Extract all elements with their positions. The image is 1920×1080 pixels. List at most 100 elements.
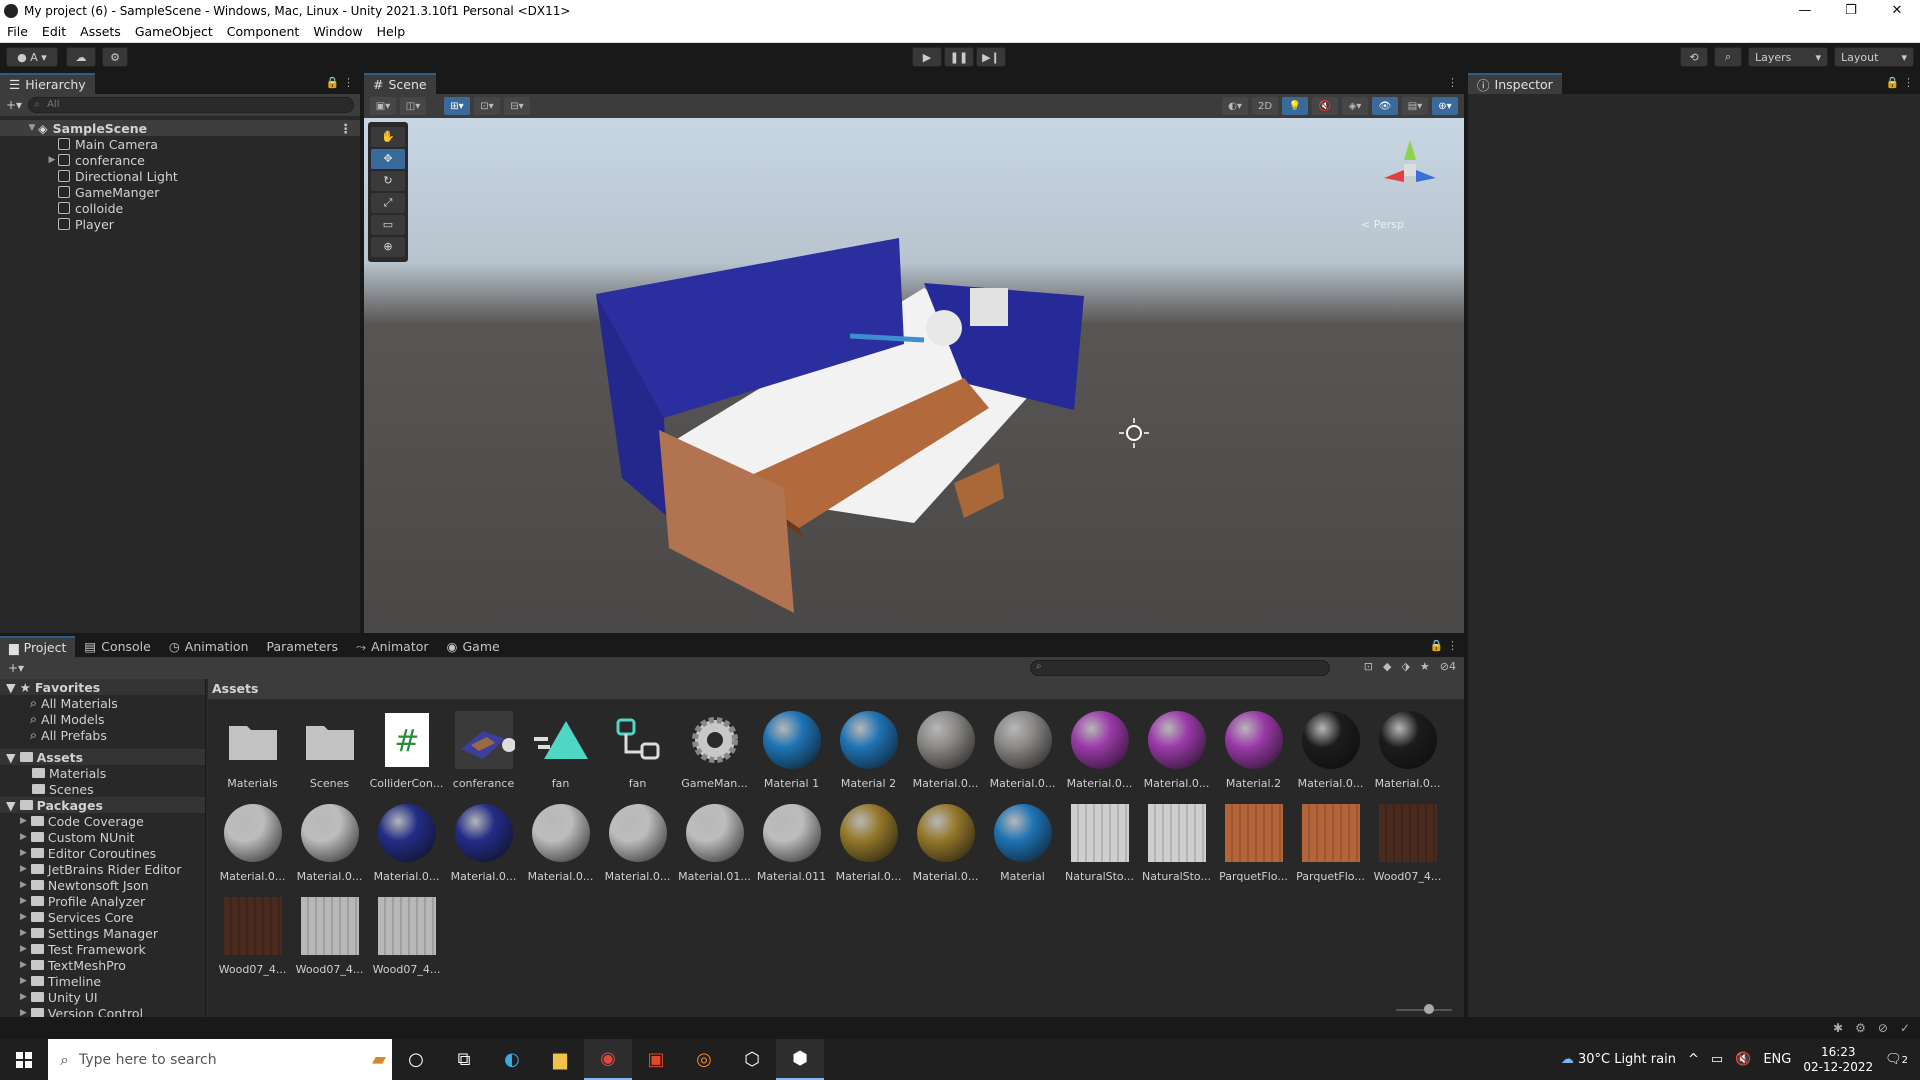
tag-icon[interactable]: ⬗ [1401, 660, 1409, 673]
package-item[interactable]: ▶ JetBrains Rider Editor [0, 861, 205, 877]
warning-icon[interactable]: ⊘ [1878, 1021, 1888, 1035]
expand-arrow-icon[interactable]: ▶ [20, 880, 27, 890]
cortana-icon[interactable]: ○ [392, 1039, 440, 1080]
expand-arrow-icon[interactable]: ▼ [26, 123, 38, 133]
move-tool-button[interactable]: ✥ [371, 149, 405, 169]
asset-item[interactable]: Material.0... [522, 802, 599, 895]
tab-hierarchy[interactable]: ☰ Hierarchy [0, 73, 95, 94]
package-item[interactable]: ▶ Unity UI [0, 989, 205, 1005]
scene-root-row[interactable]: ▼ ◈ SampleScene ⋮ [0, 120, 360, 136]
package-item[interactable]: ▶ Custom NUnit [0, 829, 205, 845]
asset-item[interactable]: Material.0... [368, 802, 445, 895]
volume-icon[interactable]: 🔇 [1735, 1052, 1751, 1067]
assets-header[interactable]: ▼ Assets [0, 749, 205, 765]
asset-item[interactable]: Material.2 [1215, 709, 1292, 802]
hierarchy-search-input[interactable]: ⌕ All [28, 97, 354, 113]
start-button[interactable] [0, 1039, 48, 1080]
asset-item[interactable]: Material.0... [984, 709, 1061, 802]
add-icon[interactable]: +▾ [6, 98, 22, 112]
asset-item[interactable]: Material.0... [214, 802, 291, 895]
favorite-all-prefabs[interactable]: ⌕ All Prefabs [0, 727, 205, 743]
menu-help[interactable]: Help [370, 24, 413, 39]
asset-item[interactable]: Material [984, 802, 1061, 895]
tab-console[interactable]: ▤ Console [75, 636, 159, 657]
expand-arrow-icon[interactable]: ▶ [20, 928, 27, 938]
thumbnail-size-slider[interactable] [1396, 1004, 1452, 1014]
play-button[interactable]: ▶ [912, 47, 942, 67]
taskbar-search-input[interactable]: ⌕ Type here to search ▰ [48, 1039, 392, 1080]
asset-item[interactable]: Material.011 [753, 802, 830, 895]
clock[interactable]: 16:23 02-12-2022 [1803, 1045, 1873, 1075]
chevron-up-icon[interactable]: ^ [1688, 1052, 1699, 1067]
check-icon[interactable]: ✓ [1900, 1021, 1910, 1035]
package-item[interactable]: ▶ Editor Coroutines [0, 845, 205, 861]
bug-icon[interactable]: ✱ [1833, 1021, 1843, 1035]
asset-item[interactable]: # ColliderCon... [368, 709, 445, 802]
package-item[interactable]: ▶ Version Control [0, 1005, 205, 1017]
file-explorer-icon[interactable]: ▆ [536, 1039, 584, 1080]
visibility-icon[interactable]: 👁 [1372, 97, 1398, 115]
asset-item[interactable]: Scenes [291, 709, 368, 802]
collab-icon[interactable]: ⚙ [102, 47, 128, 67]
expand-arrow-icon[interactable]: ▶ [20, 816, 27, 826]
package-item[interactable]: ▶ Timeline [0, 973, 205, 989]
layout-dropdown[interactable]: Layout ▾ [1834, 47, 1914, 67]
asset-item[interactable]: Material.0... [599, 802, 676, 895]
asset-item[interactable]: Wood07_4... [214, 895, 291, 988]
tab-animation[interactable]: ◷ Animation [160, 636, 258, 657]
acrobat-icon[interactable]: ▣ [632, 1039, 680, 1080]
expand-arrow-icon[interactable]: ▶ [20, 832, 27, 842]
asset-item[interactable]: Material 2 [830, 709, 907, 802]
scene-viewport[interactable]: ✋ ✥ ↻ ⤢ ▭ ⊕ < Persp [364, 118, 1464, 633]
asset-item[interactable]: NaturalSto... [1061, 802, 1138, 895]
asset-item[interactable]: Material.0... [1369, 709, 1446, 802]
cloud-icon[interactable]: ☁ [66, 47, 96, 67]
edge-icon[interactable]: ◐ [488, 1039, 536, 1080]
step-button[interactable]: ▶❙ [976, 47, 1006, 67]
history-icon[interactable]: ⟲ [1680, 47, 1708, 67]
expand-arrow-icon[interactable]: ▶ [20, 912, 27, 922]
lock-icon[interactable]: 🔒 ⋮ [1886, 76, 1914, 89]
asset-item[interactable]: Material.0... [445, 802, 522, 895]
expand-arrow-icon[interactable]: ▶ [20, 976, 27, 986]
project-search-input[interactable]: ⌕ [1030, 660, 1330, 676]
auto-generate-icon[interactable]: ⚙ [1855, 1021, 1866, 1035]
asset-item[interactable]: Material.0... [1061, 709, 1138, 802]
folder-materials[interactable]: Materials [0, 765, 205, 781]
close-button[interactable]: ✕ [1874, 0, 1920, 21]
asset-item[interactable]: Wood07_4... [1369, 802, 1446, 895]
weather-widget[interactable]: ☁ 30°C Light rain [1561, 1052, 1676, 1067]
asset-item[interactable]: Material.01... [676, 802, 753, 895]
tab-animator[interactable]: ⤳ Animator [347, 636, 438, 657]
increment-snap-icon[interactable]: ⊟▾ [504, 97, 530, 115]
menu-window[interactable]: Window [306, 24, 369, 39]
gizmos-icon[interactable]: ⊕▾ [1432, 97, 1458, 115]
expand-arrow-icon[interactable]: ▶ [20, 992, 27, 1002]
asset-item[interactable]: Material.0... [1138, 709, 1215, 802]
hierarchy-item-directional-light[interactable]: Directional Light [0, 168, 360, 184]
menu-assets[interactable]: Assets [73, 24, 128, 39]
asset-item[interactable]: NaturalSto... [1138, 802, 1215, 895]
lock-icon[interactable]: 🔒 ⋮ [326, 76, 354, 89]
package-item[interactable]: ▶ Test Framework [0, 941, 205, 957]
scale-tool-button[interactable]: ⤢ [371, 193, 405, 213]
account-dropdown[interactable]: ● A ▾ [6, 47, 58, 67]
menu-file[interactable]: File [0, 24, 35, 39]
package-item[interactable]: ▶ Services Core [0, 909, 205, 925]
slider-handle[interactable] [1424, 1004, 1434, 1014]
mode-2d-toggle[interactable]: 2D [1252, 97, 1278, 115]
task-view-icon[interactable]: ⧉ [440, 1039, 488, 1080]
package-item[interactable]: ▶ Settings Manager [0, 925, 205, 941]
expand-arrow-icon[interactable]: ▶ [20, 848, 27, 858]
hierarchy-item-player[interactable]: Player [0, 216, 360, 232]
more-icon[interactable]: ⋮ [340, 121, 353, 136]
search-by-label-icon[interactable]: ◆ [1383, 660, 1391, 673]
asset-item[interactable]: Materials [214, 709, 291, 802]
star-icon[interactable]: ★ [1420, 660, 1430, 673]
hand-tool-button[interactable]: ✋ [371, 127, 405, 147]
package-item[interactable]: ▶ Profile Analyzer [0, 893, 205, 909]
asset-item[interactable]: GameMan... [676, 709, 753, 802]
perspective-label[interactable]: < Persp [1361, 218, 1404, 231]
more-icon[interactable]: ⋮ [1447, 76, 1458, 89]
lock-icon[interactable]: 🔒 ⋮ [1430, 639, 1458, 652]
